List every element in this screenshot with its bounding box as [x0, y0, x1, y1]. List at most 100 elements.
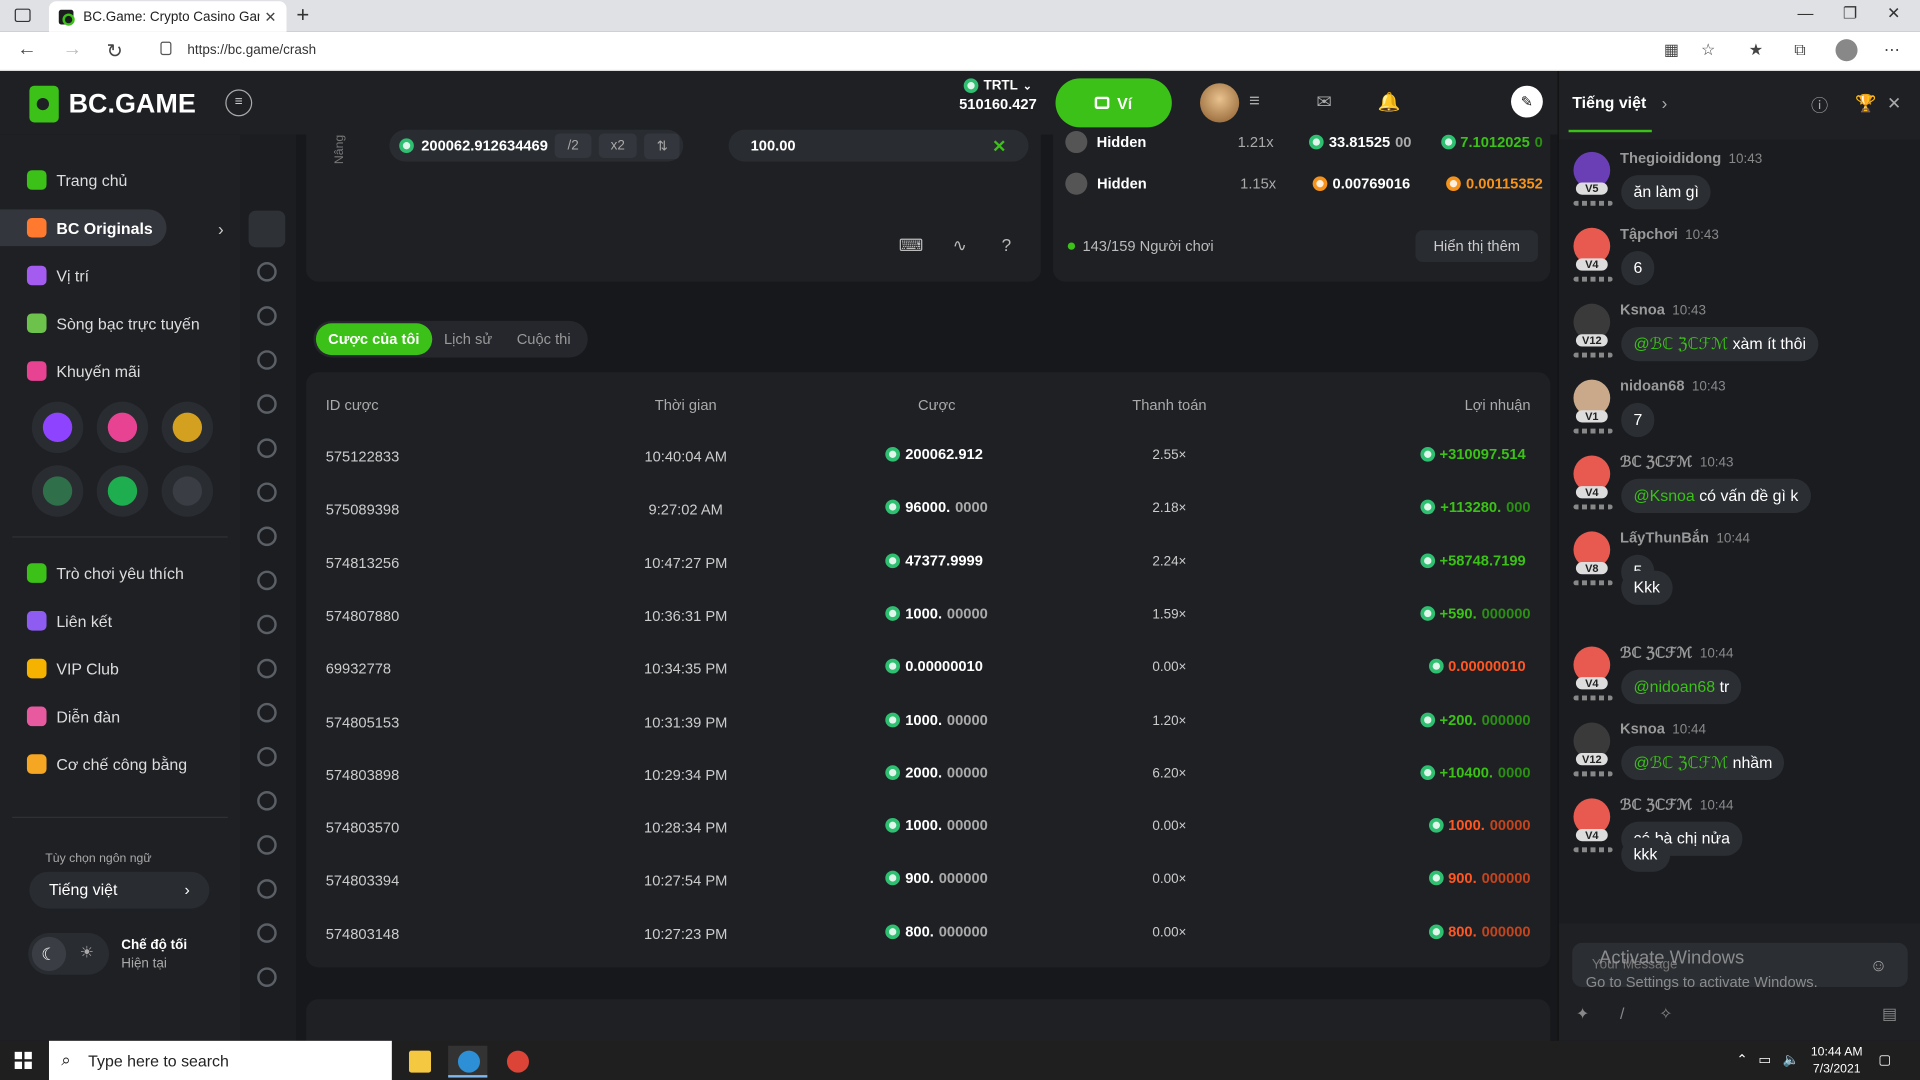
square-icon[interactable]: [257, 879, 277, 899]
apps-icon[interactable]: ▦: [1663, 41, 1680, 59]
chat-username[interactable]: ℬℂ ℨℂℱℳ 10:44: [1620, 644, 1734, 661]
rocket-icon[interactable]: [257, 658, 277, 679]
car-icon[interactable]: [257, 350, 277, 370]
chat-username[interactable]: nidoan68 10:43: [1620, 377, 1726, 394]
table-row[interactable]: 574803394 10:27:54 PM 900. 000000 0.00× 900. 0…: [306, 867, 1550, 894]
refresh-icon[interactable]: ↻: [107, 39, 123, 63]
chat-username[interactable]: ℬℂ ℨℂℱℳ 10:43: [1620, 453, 1734, 470]
plinko-icon[interactable]: [257, 394, 277, 414]
wallet-balance[interactable]: TRTL ⌄ 510160.427: [943, 78, 1053, 125]
add-favorite-icon[interactable]: ☆: [1700, 41, 1717, 59]
egg-icon[interactable]: [257, 791, 277, 811]
chat-username[interactable]: Ksnoa 10:43: [1620, 301, 1706, 318]
more-icon[interactable]: ⋯: [1883, 41, 1900, 59]
show-more-button[interactable]: Hiển thị thêm: [1415, 230, 1538, 263]
robot-icon[interactable]: [257, 923, 277, 943]
chrome-icon[interactable]: [497, 1046, 536, 1078]
chat-username[interactable]: Ksnoa 10:44: [1620, 720, 1706, 737]
stepper-icon[interactable]: ⇅: [644, 132, 681, 159]
emoji-icon[interactable]: ☺: [1870, 955, 1888, 975]
profile-icon[interactable]: [1835, 39, 1858, 62]
bet-id[interactable]: 575122833: [326, 448, 400, 465]
sidebar-item-forum[interactable]: Diễn đàn: [0, 698, 240, 735]
close-tab-icon[interactable]: ✕: [264, 8, 276, 25]
tab-contest[interactable]: Cuộc thi: [504, 323, 582, 355]
help-icon[interactable]: ?: [1002, 235, 1012, 255]
info-icon[interactable]: ⓘ: [1811, 93, 1828, 117]
favorites-icon[interactable]: ★: [1747, 41, 1764, 59]
chat-username[interactable]: Tậpchơi 10:43: [1620, 225, 1719, 242]
bet-id[interactable]: 574803898: [326, 766, 400, 783]
game-tile-limbo[interactable]: [31, 401, 84, 454]
auto-cashout-input[interactable]: 100.00 ✕: [728, 129, 1029, 162]
gears-icon[interactable]: [257, 702, 277, 723]
tab-history[interactable]: Lịch sử: [432, 323, 505, 355]
forward-icon[interactable]: →: [62, 39, 82, 61]
volume-icon[interactable]: 🔈: [1783, 1052, 1800, 1068]
close-chat-icon[interactable]: ✕: [1887, 93, 1901, 114]
mention[interactable]: @nidoan68: [1633, 677, 1715, 695]
sidebar-item-favorites[interactable]: Trò chơi yêu thích: [0, 555, 240, 592]
browser-tab[interactable]: BC.Game: Crypto Casino Games ✕: [48, 1, 287, 32]
mention[interactable]: @ℬℂ ℨℂℱℳ: [1633, 753, 1728, 771]
new-tab-icon[interactable]: +: [296, 2, 309, 28]
language-select[interactable]: Tiếng việt ›: [29, 871, 210, 909]
chat-username[interactable]: ℬℂ ℨℂℱℳ 10:44: [1620, 796, 1734, 813]
bet-id[interactable]: 574803148: [326, 925, 400, 942]
url-field[interactable]: https://bc.game/crash: [187, 43, 316, 58]
chat-language-tab[interactable]: Tiếng việt: [1572, 93, 1646, 111]
bet-id[interactable]: 574803394: [326, 872, 400, 889]
clear-icon[interactable]: ✕: [992, 135, 1006, 156]
table-row[interactable]: 574805153 10:31:39 PM 1000. 00000 1.20× +200.…: [306, 708, 1550, 735]
target-icon[interactable]: [257, 967, 277, 987]
mention[interactable]: @ℬℂ ℨℂℱℳ: [1633, 334, 1728, 352]
coin-rain-icon[interactable]: ✦: [1576, 1004, 1589, 1024]
table-row[interactable]: 574803148 10:27:23 PM 800. 000000 0.00× 800. 0…: [306, 920, 1550, 947]
sidebar-item-slots[interactable]: Vị trí: [0, 257, 240, 294]
notifications-icon[interactable]: ▢: [1878, 1052, 1891, 1068]
bell-icon[interactable]: 🔔: [1378, 91, 1401, 113]
bet-amount-input[interactable]: 200062.912634469 /2 x2 ⇅: [389, 129, 684, 162]
game-tile-dollar[interactable]: [96, 465, 149, 517]
table-row[interactable]: 574803570 10:28:34 PM 1000. 00000 0.00× 1000.…: [306, 814, 1550, 841]
game-tile-coins[interactable]: [161, 465, 214, 517]
taskbar-clock[interactable]: 10:44 AM 7/3/2021: [1809, 1044, 1865, 1078]
user-menu-icon[interactable]: ≡: [1249, 91, 1260, 112]
game-tile-locked-1[interactable]: [161, 401, 214, 454]
table-row[interactable]: 574813256 10:47:27 PM 47377.9999 2.24× +5874…: [306, 549, 1550, 576]
game-tile-wheel[interactable]: [96, 401, 149, 454]
trophy-icon[interactable]: 🏆: [1855, 93, 1876, 114]
table-row[interactable]: 574807880 10:36:31 PM 1000. 00000 1.59× +590.…: [306, 602, 1550, 629]
table-row[interactable]: 575122833 10:40:04 AM 200062.912 2.55× +3100…: [306, 443, 1550, 470]
game-tile-locked-2[interactable]: [31, 465, 84, 517]
sword-icon[interactable]: [257, 526, 277, 547]
table-row[interactable]: 574803898 10:29:34 PM 2000. 00000 6.20× +1040…: [306, 761, 1550, 788]
half-button[interactable]: /2: [555, 133, 591, 158]
chat-toggle-icon[interactable]: ✎: [1511, 85, 1543, 118]
sidebar-item-home[interactable]: Trang chủ: [0, 162, 240, 199]
restore-icon[interactable]: ❐: [1843, 4, 1857, 24]
tab-actions-icon[interactable]: [14, 8, 31, 23]
sidebar-item-affiliate[interactable]: Liên kết: [0, 602, 240, 639]
chat-username[interactable]: LấyThunBắn 10:44: [1620, 529, 1750, 546]
dice-icon[interactable]: [257, 262, 277, 282]
chat-username[interactable]: Thegioididong 10:43: [1620, 149, 1762, 166]
eye-icon[interactable]: [257, 570, 277, 591]
bet-id[interactable]: 574813256: [326, 554, 400, 571]
tab-my-bets[interactable]: Cược của tôi: [315, 323, 432, 356]
gif-icon[interactable]: ✧: [1659, 1004, 1672, 1024]
double-button[interactable]: x2: [598, 133, 638, 158]
sidebar-item-live-casino[interactable]: Sòng bạc trực tuyến: [0, 305, 240, 342]
window-close-icon[interactable]: ✕: [1887, 4, 1900, 24]
mention[interactable]: @Ksnoa: [1633, 486, 1694, 504]
bet-id[interactable]: 575089398: [326, 501, 400, 518]
bet-id[interactable]: 574807880: [326, 607, 400, 624]
bc-game-logo[interactable]: BC.GAME: [29, 85, 196, 123]
table-row[interactable]: 575089398 9:27:02 AM 96000. 0000 2.18× +11328…: [306, 496, 1550, 523]
command-icon[interactable]: /: [1620, 1004, 1624, 1022]
windows-start-icon[interactable]: [14, 1051, 32, 1069]
taskbar-search[interactable]: ⌕ Type here to search: [48, 1040, 392, 1080]
chart-icon[interactable]: ∿: [953, 235, 967, 256]
cloud-icon[interactable]: [257, 614, 277, 635]
coin-flip-icon[interactable]: [257, 835, 277, 855]
